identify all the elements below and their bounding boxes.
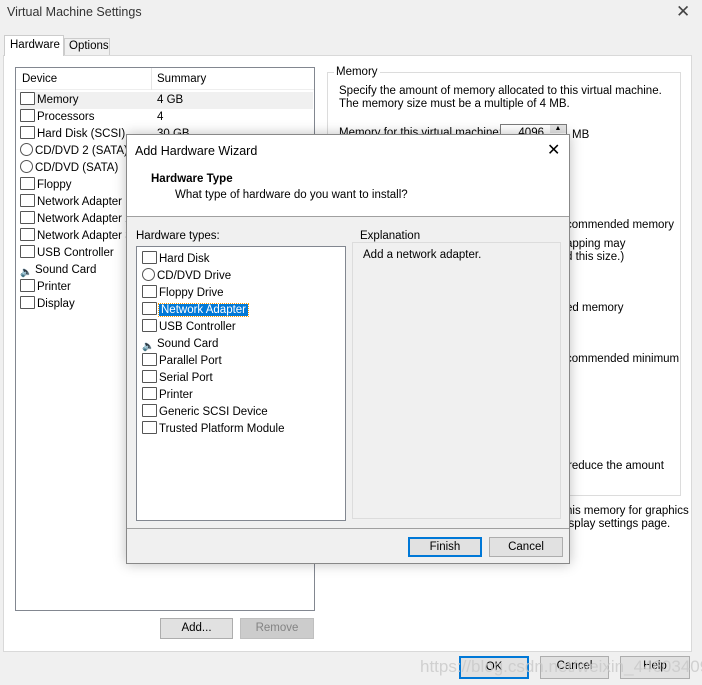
memory-text-fragment: apping may [566,238,626,250]
hardware-type-label: Floppy Drive [159,287,224,299]
device-name: Network Adapter 3 [37,230,132,242]
hardware-type-label: Sound Card [157,338,219,350]
scsi-icon [142,404,157,417]
wizard-title: Add Hardware Wizard [135,144,258,158]
spinner-up-icon[interactable]: ▲ [550,125,566,133]
network-icon [20,211,35,224]
device-name: Network Adapter [37,196,123,208]
add-button[interactable]: Add... [160,618,233,639]
hardware-type-item[interactable]: Trusted Platform Module [142,421,284,438]
explanation-label: Explanation [358,230,423,242]
hardware-type-item[interactable]: Network Adapter [142,302,250,319]
memory-icon [20,92,35,105]
hardware-type-item[interactable]: Printer [142,387,193,404]
wizard-heading: Hardware Type [151,173,233,185]
hardware-type-label: Printer [159,389,193,401]
hardware-type-item[interactable]: CD/DVD Drive [142,268,231,285]
sound-icon: 🔈 [142,338,155,352]
explanation-text: Add a network adapter. [363,249,482,261]
device-row[interactable]: Processors 4 [20,109,313,126]
wizard-cancel-button[interactable]: Cancel [489,537,563,557]
memory-text-fragment: ed memory [566,302,624,314]
sound-icon: 🔈 [20,264,33,278]
watermark: https://blog.csdn.net/weixin_44603409 [420,657,702,676]
close-icon[interactable]: ✕ [547,140,560,160]
device-row[interactable]: Memory 4 GB [20,92,313,109]
device-name: CD/DVD (SATA) [35,162,119,174]
hardware-type-label: USB Controller [159,321,236,333]
memory-unit: MB [572,129,590,141]
close-icon[interactable]: ✕ [676,2,690,22]
network-icon [142,302,157,315]
hardware-type-item[interactable]: Serial Port [142,370,213,387]
usb-icon [20,245,35,258]
usb-icon [142,319,157,332]
hardware-type-label: Network Adapter [157,303,250,317]
hardware-type-item[interactable]: USB Controller [142,319,236,336]
printer-icon [142,387,157,400]
device-name: CD/DVD 2 (SATA) [35,145,128,157]
cd-icon [142,268,155,281]
hardware-type-item[interactable]: Floppy Drive [142,285,224,302]
printer-icon [20,279,35,292]
memory-description: Specify the amount of memory allocated t… [339,85,662,110]
network-icon [20,228,35,241]
floppy-icon [142,285,157,298]
finish-button[interactable]: Finish [408,537,482,557]
processor-icon [20,109,35,122]
hard-disk-icon [142,251,157,264]
tpm-icon [142,421,157,434]
hardware-type-label: Serial Port [159,372,213,384]
memory-text-fragment: his memory for graphics [566,505,689,517]
hardware-type-label: Parallel Port [159,355,222,367]
hardware-type-item[interactable]: 🔈 Sound Card [142,336,218,353]
device-name: Processors [37,111,95,123]
hardware-type-label: Generic SCSI Device [159,406,268,418]
device-name: Floppy [37,179,72,191]
hardware-type-label: Trusted Platform Module [159,423,285,435]
column-header-summary[interactable]: Summary [157,73,206,85]
hard-disk-icon [20,126,35,139]
memory-text-fragment: commended memory [566,219,675,231]
network-icon [20,194,35,207]
column-header-device[interactable]: Device [22,73,57,85]
remove-button[interactable]: Remove [240,618,314,639]
tab-options[interactable]: Options [64,38,110,55]
device-name: Hard Disk (SCSI) [37,128,126,140]
parallel-port-icon [142,353,157,366]
hardware-type-item[interactable]: Generic SCSI Device [142,404,268,421]
hardware-types-list[interactable]: Hard Disk CD/DVD Drive Floppy Drive Network… [136,246,346,521]
device-name: Printer [37,281,71,293]
device-summary: 4 [157,111,164,123]
hardware-type-item[interactable]: Hard Disk [142,251,209,268]
serial-port-icon [142,370,157,383]
device-name: Memory [37,94,79,106]
hardware-types-label: Hardware types: [136,230,220,242]
hardware-type-label: Hard Disk [159,253,210,265]
cd-icon [20,160,33,173]
device-name: Display [37,298,75,310]
hardware-type-item[interactable]: Parallel Port [142,353,222,370]
memory-group-label: Memory [334,66,380,78]
add-hardware-wizard: Add Hardware Wizard ✕ Hardware Type What… [126,134,570,564]
display-icon [20,296,35,309]
device-name: USB Controller [37,247,114,259]
tab-hardware[interactable]: Hardware [4,35,64,56]
memory-text-fragment: d this size.) [566,251,625,263]
window-title: Virtual Machine Settings [7,5,142,19]
memory-text-fragment: reduce the amount [568,460,664,472]
floppy-icon [20,177,35,190]
memory-text-fragment: commended minimum [566,353,680,365]
device-name: Sound Card [35,264,97,276]
wizard-subheading: What type of hardware do you want to ins… [175,189,408,201]
cd-icon [20,143,33,156]
device-summary: 4 GB [157,94,184,106]
explanation-group [352,242,561,519]
memory-text-fragment: isplay settings page. [566,518,671,530]
device-name: Network Adapter 2 [37,213,132,225]
hardware-type-label: CD/DVD Drive [157,270,232,282]
